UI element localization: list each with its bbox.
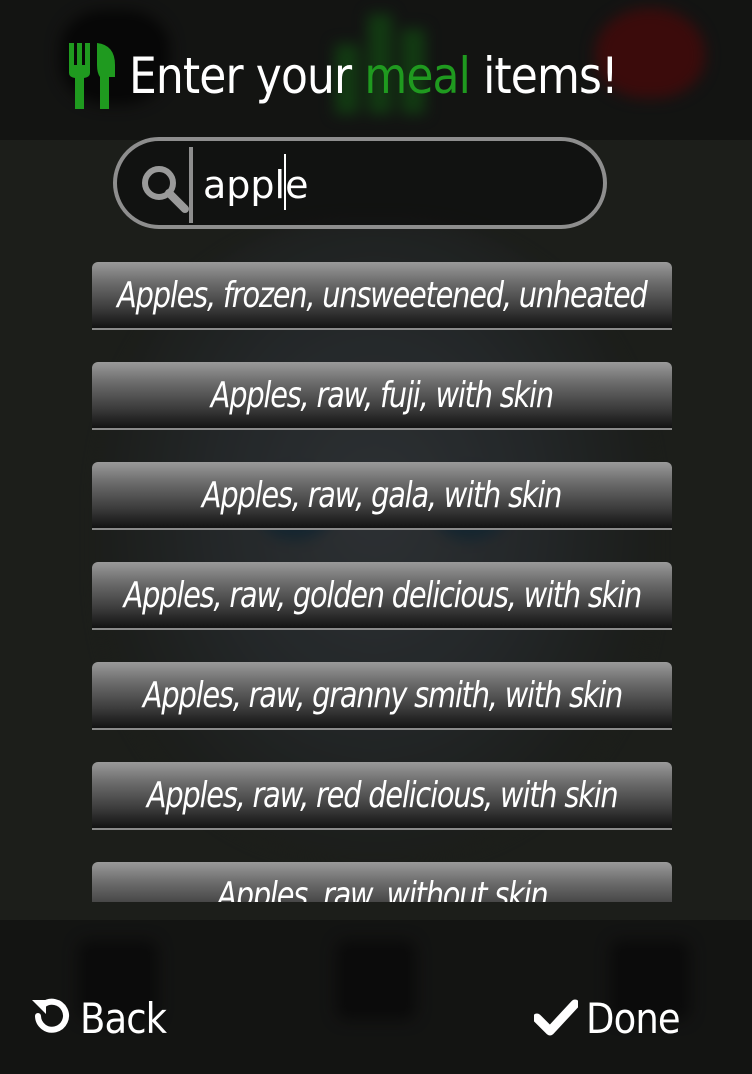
search-icon xyxy=(139,163,191,215)
result-item[interactable]: Apples, frozen, unsweetened, unheated xyxy=(92,262,672,328)
title-accent: meal xyxy=(364,47,471,105)
title-suffix: items! xyxy=(483,47,619,105)
search-input[interactable] xyxy=(203,153,583,217)
search-divider xyxy=(189,147,193,223)
done-label: Done xyxy=(586,993,681,1043)
meal-entry-screen: Enter your meal items! Apples, frozen, u… xyxy=(0,0,752,1074)
back-button[interactable]: Back xyxy=(28,986,178,1050)
result-label: Apples, raw, fuji, with skin xyxy=(210,374,554,416)
result-item[interactable]: Apples, raw, red delicious, with skin xyxy=(92,762,672,828)
result-item[interactable]: Apples, raw, gala, with skin xyxy=(92,462,672,528)
result-label: Apples, raw, golden delicious, with skin xyxy=(123,574,642,616)
modal-header: Enter your meal items! xyxy=(0,38,752,114)
text-cursor xyxy=(284,154,286,210)
result-label: Apples, raw, red delicious, with skin xyxy=(146,774,619,816)
title-prefix: Enter your xyxy=(129,47,352,105)
fork-knife-icon xyxy=(67,43,117,109)
result-label: Apples, raw, granny smith, with skin xyxy=(142,674,622,716)
modal-title: Enter your meal items! xyxy=(129,47,619,105)
result-label: Apples, raw, without skin xyxy=(216,874,548,903)
search-results-list[interactable]: Apples, frozen, unsweetened, unheated Ap… xyxy=(92,262,672,902)
result-label: Apples, raw, gala, with skin xyxy=(202,474,563,516)
done-button[interactable]: Done xyxy=(532,986,693,1050)
result-item[interactable]: Apples, raw, granny smith, with skin xyxy=(92,662,672,728)
search-box[interactable] xyxy=(113,137,607,229)
undo-icon xyxy=(28,994,72,1042)
result-label: Apples, frozen, unsweetened, unheated xyxy=(117,274,648,316)
result-item[interactable]: Apples, raw, golden delicious, with skin xyxy=(92,562,672,628)
checkmark-icon xyxy=(532,996,580,1040)
back-label: Back xyxy=(80,993,167,1043)
result-item[interactable]: Apples, raw, fuji, with skin xyxy=(92,362,672,428)
result-item[interactable]: Apples, raw, without skin xyxy=(92,862,672,902)
